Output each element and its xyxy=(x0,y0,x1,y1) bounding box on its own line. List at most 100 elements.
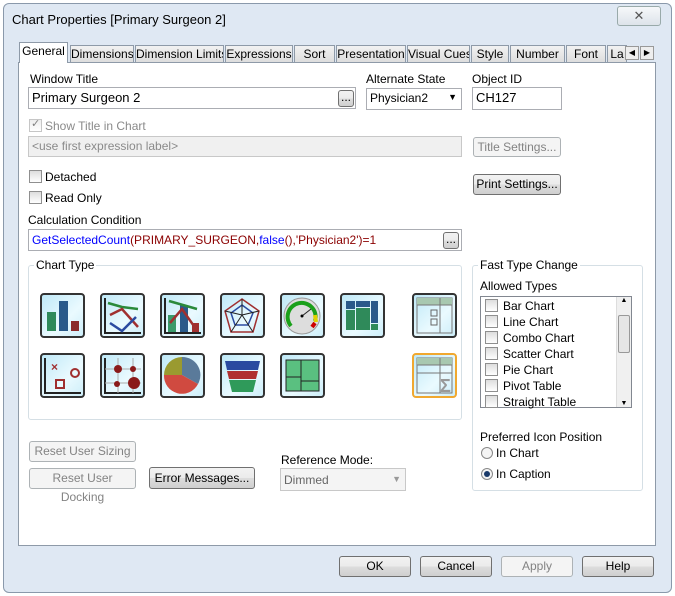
tab-scroll-right[interactable]: ▶ xyxy=(640,46,654,60)
reference-mode-value: Dimmed xyxy=(284,473,329,487)
straight-table-icon: Σ xyxy=(416,357,453,396)
block-chart-icon xyxy=(285,359,320,392)
allowed-type-checkbox[interactable] xyxy=(485,379,498,392)
title-text-input[interactable]: <use first expression label> xyxy=(28,136,462,157)
print-settings-button[interactable]: Print Settings... xyxy=(473,174,561,195)
read-only-label: Read Only xyxy=(45,191,102,205)
chart-type-funnel[interactable] xyxy=(220,353,265,398)
tab-font[interactable]: Font xyxy=(566,45,606,63)
allowed-type-item[interactable]: Pie Chart xyxy=(483,362,613,378)
expr-paren: (), xyxy=(284,233,296,247)
allowed-type-item[interactable]: Scatter Chart xyxy=(483,346,613,362)
line-chart-icon xyxy=(104,298,141,334)
allowed-type-label: Bar Chart xyxy=(503,299,555,313)
expr-function: GetSelectedCount xyxy=(32,233,131,247)
in-chart-radio[interactable] xyxy=(481,447,493,459)
radar-chart-icon xyxy=(224,298,260,333)
chart-type-label: Chart Type xyxy=(34,258,97,272)
calc-condition-input[interactable]: GetSelectedCount(PRIMARY_SURGEON,false()… xyxy=(28,229,462,251)
chart-type-block[interactable] xyxy=(280,353,325,398)
chevron-down-icon: ▼ xyxy=(392,474,401,484)
allowed-type-checkbox[interactable] xyxy=(485,347,498,360)
allowed-type-label: Straight Table xyxy=(503,395,577,409)
show-title-checkbox[interactable]: ✓ xyxy=(29,118,42,132)
chart-type-line[interactable] xyxy=(100,293,145,338)
window-title-ellipsis-button[interactable]: ... xyxy=(338,90,354,107)
window-title-input[interactable]: Primary Surgeon 2 xyxy=(28,87,356,109)
tab-number[interactable]: Number xyxy=(510,45,565,63)
tab-scroll-left[interactable]: ◀ xyxy=(625,46,639,60)
ok-button[interactable]: OK xyxy=(339,556,411,577)
window-title: Chart Properties [Primary Surgeon 2] xyxy=(12,12,226,27)
allowed-type-label: Combo Chart xyxy=(503,331,575,345)
allowed-type-checkbox[interactable] xyxy=(485,315,498,328)
allowed-type-checkbox[interactable] xyxy=(485,395,498,408)
reference-mode-select[interactable]: Dimmed ▼ xyxy=(280,468,406,491)
scroll-up-icon: ▲ xyxy=(620,297,628,304)
apply-button[interactable]: Apply xyxy=(501,556,573,577)
in-caption-radio[interactable] xyxy=(481,468,493,480)
allowed-types-label: Allowed Types xyxy=(480,279,558,293)
chart-type-pie[interactable] xyxy=(160,353,205,398)
in-caption-label: In Caption xyxy=(496,467,551,481)
allowed-type-checkbox[interactable] xyxy=(485,363,498,376)
allowed-type-item[interactable]: Straight Table xyxy=(483,394,613,410)
chart-type-grid[interactable] xyxy=(100,353,145,398)
chart-type-scatter[interactable]: × xyxy=(40,353,85,398)
chart-type-gauge[interactable] xyxy=(280,293,325,338)
chart-type-pivot-table[interactable] xyxy=(412,293,457,338)
allowed-type-checkbox[interactable] xyxy=(485,331,498,344)
allowed-type-item[interactable]: Line Chart xyxy=(483,314,613,330)
allowed-type-item[interactable]: Combo Chart xyxy=(483,330,613,346)
allowed-type-item[interactable]: Pivot Table xyxy=(483,378,613,394)
pivot-table-icon xyxy=(416,297,453,334)
cancel-button[interactable]: Cancel xyxy=(420,556,492,577)
allowed-type-checkbox[interactable] xyxy=(485,299,498,312)
detached-checkbox[interactable] xyxy=(29,170,42,183)
tab-style[interactable]: Style xyxy=(471,45,509,63)
combo-chart-icon xyxy=(164,298,201,334)
tab-la[interactable]: La xyxy=(607,45,627,63)
reset-user-docking-button[interactable]: Reset User Docking xyxy=(29,468,136,504)
show-title-label: Show Title in Chart xyxy=(45,119,146,133)
expr-false: false xyxy=(259,233,285,247)
mekko-chart-icon xyxy=(346,301,378,330)
tab-dimensions[interactable]: Dimensions xyxy=(70,45,134,63)
tab-dimension-limits[interactable]: Dimension Limits xyxy=(135,45,224,63)
funnel-chart-icon xyxy=(225,361,260,392)
window-title-value: Primary Surgeon 2 xyxy=(32,90,141,105)
expr-string: 'Physician2' xyxy=(295,233,359,247)
alternate-state-value: Physician2 xyxy=(370,91,429,105)
tab-general[interactable]: General xyxy=(19,42,68,63)
expr-end: )=1 xyxy=(358,233,377,247)
chart-type-mekko[interactable] xyxy=(340,293,385,338)
tab-expressions[interactable]: Expressions xyxy=(225,45,293,63)
tab-visual-cues[interactable]: Visual Cues xyxy=(407,45,470,63)
chart-type-radar[interactable] xyxy=(220,293,265,338)
read-only-checkbox[interactable] xyxy=(29,191,42,204)
error-messages-button[interactable]: Error Messages... xyxy=(149,467,255,489)
chart-type-straight-table[interactable]: Σ xyxy=(412,353,457,398)
allowed-type-label: Scatter Chart xyxy=(503,347,574,361)
title-settings-button[interactable]: Title Settings... xyxy=(473,137,561,157)
close-button[interactable]: ✕ xyxy=(617,6,661,26)
allowed-type-item[interactable]: Bar Chart xyxy=(483,298,613,314)
chart-type-combo[interactable] xyxy=(160,293,205,338)
tab-sort[interactable]: Sort xyxy=(294,45,335,63)
tab-presentation[interactable]: Presentation xyxy=(336,45,406,63)
fast-type-change-label: Fast Type Change xyxy=(478,258,580,272)
allowed-type-label: Pie Chart xyxy=(503,363,554,377)
allowed-type-label: Pivot Table xyxy=(503,379,562,393)
help-button[interactable]: Help xyxy=(582,556,654,577)
object-id-input[interactable]: CH127 xyxy=(472,87,562,110)
window-title-label: Window Title xyxy=(30,72,99,86)
allowed-types-list: Bar Chart Line Chart Combo Chart Scatter Ch… xyxy=(480,296,632,410)
reset-user-sizing-button[interactable]: Reset User Sizing xyxy=(29,441,136,462)
calc-condition-ellipsis-button[interactable]: ... xyxy=(443,232,459,249)
scroll-thumb[interactable] xyxy=(618,315,630,353)
svg-text:×: × xyxy=(51,360,58,374)
alternate-state-select[interactable]: Physician2 ▼ xyxy=(366,88,462,110)
list-scrollbar[interactable]: ▲ ▼ xyxy=(616,297,631,407)
chart-type-bar[interactable] xyxy=(40,293,85,338)
alternate-state-label: Alternate State xyxy=(366,72,446,86)
